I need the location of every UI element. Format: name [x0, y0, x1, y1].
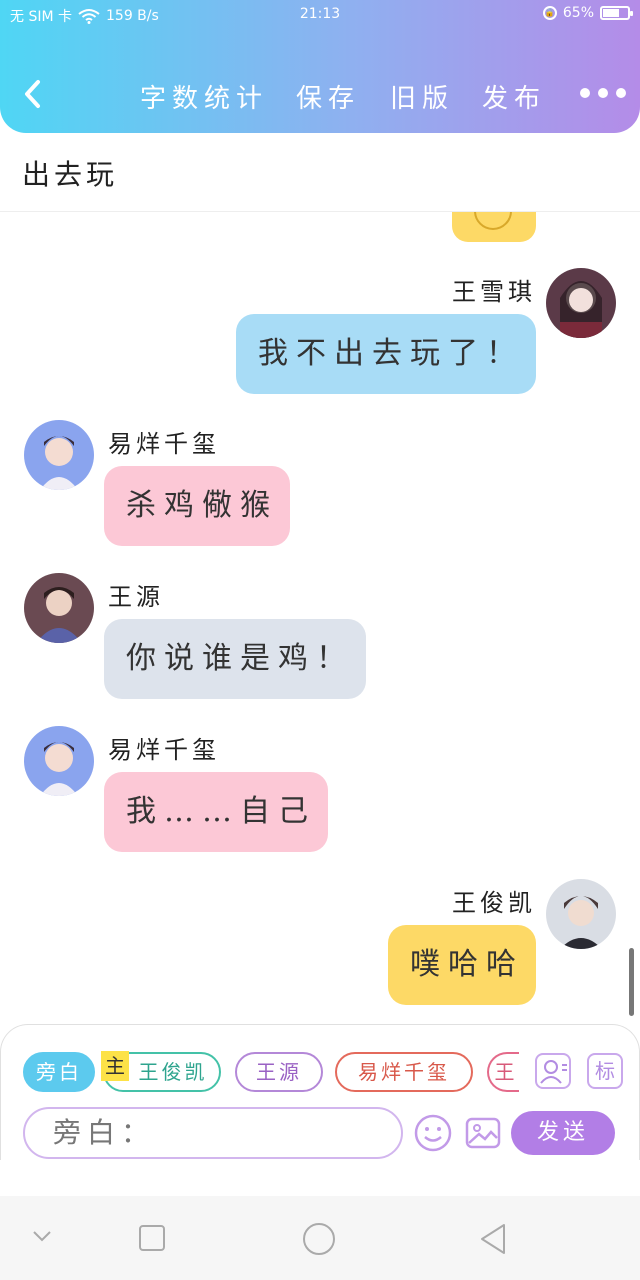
status-right: 🔒 65%: [542, 5, 633, 21]
character-chip-wangyuan[interactable]: 王源: [235, 1052, 323, 1092]
emoji-bubble[interactable]: [452, 212, 536, 242]
image-icon[interactable]: [463, 1113, 503, 1153]
character-chip-yiyangqianxi[interactable]: 易烊千玺: [335, 1052, 473, 1092]
avatar[interactable]: [24, 573, 94, 643]
main-character-badge: 主: [101, 1051, 129, 1081]
rotation-lock-icon: 🔒: [542, 6, 557, 20]
avatar[interactable]: [546, 879, 616, 949]
publish-button[interactable]: 发布: [482, 78, 546, 115]
sender-name: 王雪琪: [452, 278, 536, 306]
message-bubble[interactable]: 我不出去玩了！: [236, 314, 536, 394]
old-version-button[interactable]: 旧版: [390, 78, 454, 115]
system-navigation-bar: [0, 1196, 640, 1280]
message-bubble[interactable]: 杀鸡儆猴: [104, 466, 290, 546]
narration-chip[interactable]: 旁白: [23, 1052, 95, 1092]
avatar[interactable]: [24, 420, 94, 490]
story-title[interactable]: 出去玩: [22, 153, 118, 193]
emoji-icon[interactable]: [413, 1113, 453, 1153]
home-icon[interactable]: [302, 1222, 336, 1260]
back-nav-icon[interactable]: [478, 1222, 508, 1260]
message-input[interactable]: 旁白：: [23, 1107, 403, 1159]
nav-bar: 字数统计 保存 旧版 发布: [0, 60, 640, 132]
status-bar: 无 SIM 卡 159 B/s 21:13 🔒 65%: [0, 0, 640, 32]
tag-button[interactable]: 标: [587, 1053, 623, 1089]
chat-scrollbar[interactable]: [629, 948, 634, 1016]
chevron-left-icon: [25, 80, 40, 108]
battery-icon: [600, 6, 633, 20]
battery-fill: [603, 9, 619, 17]
back-button[interactable]: [14, 72, 54, 116]
message-bubble[interactable]: 我……自己: [104, 772, 328, 852]
chat-area[interactable]: 王雪琪 我不出去玩了！ 易烊千玺 杀鸡儆猴 王源 你说谁是鸡！ 易烊千玺 我………: [0, 212, 640, 1024]
message-bubble[interactable]: 噗哈哈: [388, 925, 536, 1005]
avatar[interactable]: [24, 726, 94, 796]
word-count-button[interactable]: 字数统计: [140, 78, 268, 115]
sender-name: 易烊千玺: [108, 430, 220, 458]
message-bubble[interactable]: 你说谁是鸡！: [104, 619, 366, 699]
hide-keyboard-icon[interactable]: [30, 1224, 54, 1252]
character-manage-icon[interactable]: [535, 1053, 571, 1089]
sender-name: 王俊凯: [452, 889, 536, 917]
character-chip-partial[interactable]: 王: [487, 1052, 519, 1092]
app-header: 无 SIM 卡 159 B/s 21:13 🔒 65% 字数统计 保存 旧版 发…: [0, 0, 640, 133]
send-button[interactable]: 发送: [511, 1111, 615, 1155]
recent-apps-icon[interactable]: [138, 1224, 166, 1256]
more-options-icon[interactable]: [580, 88, 626, 98]
sender-name: 王源: [108, 583, 164, 611]
avatar[interactable]: [546, 268, 616, 338]
smile-emoji-icon: [474, 212, 512, 230]
sender-name: 易烊千玺: [108, 736, 220, 764]
composer: 旁白 王俊凯 主 王源 易烊千玺 王 标 旁白： 发送: [0, 1024, 640, 1160]
save-button[interactable]: 保存: [296, 78, 360, 115]
battery-percent: 65%: [562, 5, 594, 21]
story-title-row: 出去玩: [0, 133, 640, 212]
